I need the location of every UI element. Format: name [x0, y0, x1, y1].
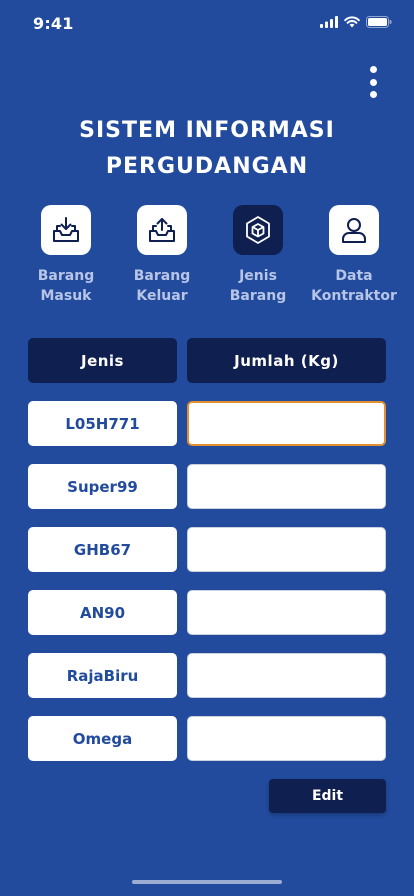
- nav-label: Barang Keluar: [133, 268, 191, 304]
- nav-item-barang-keluar[interactable]: Barang Keluar: [126, 205, 198, 306]
- jenis-name: AN90: [28, 590, 177, 635]
- status-time: 9:41: [33, 14, 74, 33]
- jumlah-input[interactable]: [187, 527, 386, 572]
- table-row: AN90: [28, 590, 386, 635]
- nav-label: Barang Masuk: [37, 268, 95, 304]
- table-header-row: Jenis Jumlah (Kg): [28, 338, 386, 383]
- dot: [369, 91, 377, 98]
- jumlah-input[interactable]: [187, 716, 386, 761]
- jumlah-input[interactable]: [187, 401, 386, 446]
- edit-button[interactable]: Edit: [269, 779, 386, 813]
- status-icons: [320, 16, 392, 28]
- page-title: SISTEM INFORMASI PERGUDANGAN: [0, 113, 414, 185]
- cube-icon: [233, 205, 283, 255]
- dot: [369, 66, 377, 73]
- table-row: L05H771: [28, 401, 386, 446]
- table-row: Super99: [28, 464, 386, 509]
- nav-item-data-kontraktor[interactable]: Data Kontraktor: [311, 205, 397, 306]
- title-line-2: PERGUDANGAN: [105, 154, 309, 179]
- signal-icon: [320, 16, 338, 28]
- home-indicator: [132, 880, 282, 884]
- header-jenis: Jenis: [28, 338, 177, 383]
- header-jumlah: Jumlah (Kg): [187, 338, 386, 383]
- wifi-icon: [344, 16, 360, 28]
- nav-item-barang-masuk[interactable]: Barang Masuk: [30, 205, 102, 306]
- dot: [369, 78, 377, 86]
- table-row: GHB67: [28, 527, 386, 572]
- battery-icon: [366, 16, 392, 28]
- jenis-name: Super99: [28, 464, 177, 509]
- jenis-name: Omega: [28, 716, 177, 761]
- table-row: Omega: [28, 716, 386, 761]
- jenis-name: GHB67: [28, 527, 177, 572]
- more-menu-icon[interactable]: [368, 66, 378, 98]
- table-row: RajaBiru: [28, 653, 386, 698]
- status-bar: 9:41: [0, 0, 414, 48]
- jenis-name: L05H771: [28, 401, 177, 446]
- nav-label: Data Kontraktor: [311, 268, 397, 304]
- jumlah-input[interactable]: [187, 464, 386, 509]
- inbox-upload-icon: [137, 205, 187, 255]
- jenis-name: RajaBiru: [28, 653, 177, 698]
- jenis-table: Jenis Jumlah (Kg) L05H771 Super99 GHB67 …: [28, 338, 386, 779]
- inbox-download-icon: [41, 205, 91, 255]
- nav-item-jenis-barang[interactable]: Jenis Barang: [222, 205, 294, 306]
- nav-label: Jenis Barang: [229, 268, 287, 304]
- title-line-1: SISTEM INFORMASI: [79, 118, 335, 143]
- jumlah-input[interactable]: [187, 590, 386, 635]
- nav-menu: Barang Masuk Barang Keluar Jenis Barang …: [30, 205, 397, 306]
- jumlah-input[interactable]: [187, 653, 386, 698]
- user-icon: [329, 205, 379, 255]
